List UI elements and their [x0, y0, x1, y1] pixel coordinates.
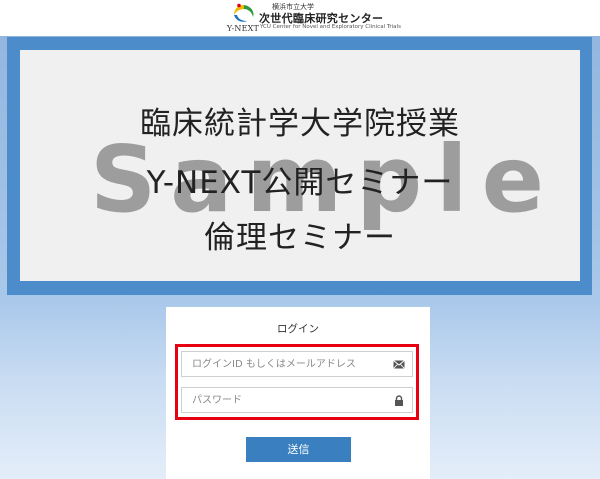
banner-title-line1: 臨床統計学大学院授業 — [140, 106, 460, 142]
y-next-logo[interactable]: Y-NEXT — [226, 3, 262, 34]
site-header: Y-NEXT 横浜市立大学 次世代臨床研究センター YCU Center for… — [0, 0, 600, 36]
login-id-field[interactable] — [181, 351, 413, 377]
login-panel: ログイン 送信 — [166, 307, 430, 479]
center-name-english: YCU Center for Novel and Exploratory Cli… — [260, 24, 401, 30]
course-banner: Sample 臨床統計学大学院授業 Y-NEXT公開セミナー 倫理セミナー — [7, 37, 592, 295]
login-title: ログイン — [277, 323, 319, 335]
submit-button[interactable]: 送信 — [246, 437, 351, 462]
lock-icon — [395, 395, 403, 406]
banner-title-line3: 倫理セミナー — [204, 220, 396, 256]
password-field[interactable] — [181, 387, 413, 413]
password-input[interactable] — [182, 388, 392, 412]
logo-mark-icon — [234, 3, 254, 22]
envelope-icon — [393, 360, 405, 369]
banner-panel: Sample 臨床統計学大学院授業 Y-NEXT公開セミナー 倫理セミナー — [20, 50, 580, 281]
login-id-input[interactable] — [182, 352, 392, 376]
banner-title-line2: Y-NEXT公開セミナー — [146, 165, 454, 201]
logo-text: Y-NEXT — [226, 24, 260, 33]
